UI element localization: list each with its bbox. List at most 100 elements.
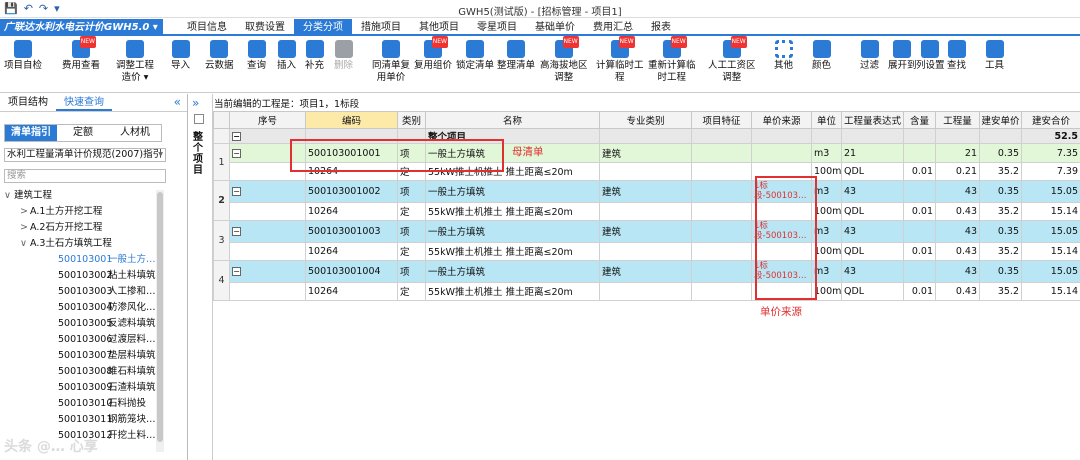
quota-feature[interactable]	[691, 201, 752, 222]
column-header[interactable]: 建安合价	[1021, 111, 1080, 129]
tab-1[interactable]: 取费设置	[236, 19, 294, 36]
bill-expr[interactable]: 43	[841, 260, 904, 283]
bill-feature[interactable]	[691, 180, 752, 203]
column-header[interactable]: 项目特征	[691, 111, 752, 129]
tree-node[interactable]: 500103003人工掺和…	[0, 284, 160, 300]
column-header[interactable]: 编码	[305, 111, 398, 129]
bill-total[interactable]: 15.05	[1021, 220, 1080, 243]
bill-row[interactable]: 2−500103001002 项一般土方填筑 建筑 1标 段-500103… m3 43 43…	[213, 180, 1080, 222]
ribbon-button-17[interactable]: 其他	[774, 40, 793, 72]
quota-type[interactable]: 定	[397, 201, 426, 222]
quota-total[interactable]: 7.39	[1021, 161, 1080, 182]
left-tab-0[interactable]: 项目结构	[0, 94, 56, 111]
ribbon-button-1[interactable]: 费用查看	[62, 36, 100, 72]
column-header[interactable]: 单价来源	[751, 111, 812, 129]
row-header[interactable]: 3	[213, 220, 230, 262]
quota-expr[interactable]: QDL	[841, 201, 904, 222]
ribbon-button-12[interactable]: 整理清单	[497, 40, 535, 72]
ribbon-button-16[interactable]: 人工工资区调整	[708, 36, 756, 84]
quota-code[interactable]: 10264	[305, 241, 398, 262]
ribbon-button-13[interactable]: 高海拔地区调整	[540, 36, 588, 84]
ribbon-button-14[interactable]: 计算临时工程	[596, 36, 644, 84]
bill-qty[interactable]: 43	[935, 260, 980, 283]
quota-qty[interactable]: 0.43	[935, 281, 980, 302]
bill-feature[interactable]	[691, 260, 752, 283]
ribbon-button-3[interactable]: 导入	[171, 40, 190, 72]
ribbon-button-15[interactable]: 重新计算临时工程	[648, 36, 696, 84]
tree-node[interactable]: ∨ 建筑工程	[0, 188, 160, 204]
column-header[interactable]: 工程量	[935, 111, 980, 129]
quota-content[interactable]: 0.01	[903, 201, 936, 222]
quota-total[interactable]: 15.14	[1021, 201, 1080, 222]
column-header[interactable]: 专业类别	[599, 111, 692, 129]
bill-qty[interactable]: 43	[935, 180, 980, 203]
tree-node[interactable]: ∨ A.3土石方填筑工程	[0, 236, 160, 252]
quota-total[interactable]: 15.14	[1021, 281, 1080, 302]
bill-expr[interactable]: 43	[841, 180, 904, 203]
quota-feature[interactable]	[691, 161, 752, 182]
tab-6[interactable]: 基础单价	[526, 19, 584, 36]
left-subtab-2[interactable]: 人材机	[109, 125, 161, 141]
tree-node[interactable]: 500103009石渣料填筑	[0, 380, 160, 396]
whole-project-label[interactable]: 整个项目	[193, 132, 205, 176]
row-header[interactable]: 2	[213, 180, 230, 222]
bill-major[interactable]: 建筑	[599, 180, 692, 203]
bill-price[interactable]: 0.35	[979, 220, 1022, 243]
ribbon-button-23[interactable]: 工具	[985, 40, 1004, 72]
bill-row[interactable]: 4−500103001004 项一般土方填筑 建筑 1标 段-500103… m3 43 43…	[213, 260, 1080, 301]
quota-row[interactable]: 10264定55kW推土机推土 推土距离≤20m100m3QDL0.010.43…	[214, 241, 1080, 262]
quota-major[interactable]	[599, 161, 692, 182]
quota-qty[interactable]: 0.43	[935, 241, 980, 262]
bill-price[interactable]: 0.35	[979, 143, 1022, 163]
tree-node[interactable]: 500103002粘土料填筑	[0, 268, 160, 284]
column-header[interactable]: 建安单价	[979, 111, 1022, 129]
quota-price[interactable]: 35.2	[979, 201, 1022, 222]
collapse-icon[interactable]: −	[232, 266, 241, 276]
quota-content[interactable]: 0.01	[903, 241, 936, 262]
ribbon-button-4[interactable]: 云数据	[205, 40, 234, 72]
collapse-panel-icon[interactable]: «	[174, 95, 181, 109]
ribbon-button-22[interactable]: 查找	[947, 40, 966, 72]
quota-price[interactable]: 35.2	[979, 241, 1022, 262]
tree-node[interactable]: 500103004防渗风化…	[0, 300, 160, 316]
bill-code[interactable]: 500103001002	[305, 180, 398, 203]
quota-major[interactable]	[599, 241, 692, 262]
tab-7[interactable]: 费用汇总	[584, 19, 642, 36]
bill-content[interactable]	[903, 260, 936, 283]
quota-expr[interactable]: QDL	[841, 241, 904, 262]
bill-total[interactable]: 15.05	[1021, 180, 1080, 203]
scrollbar-thumb[interactable]	[157, 192, 163, 442]
tree-node[interactable]: 500103011钢筋笼块…	[0, 412, 160, 428]
collapse-icon[interactable]: −	[232, 226, 241, 236]
bill-content[interactable]	[903, 180, 936, 203]
quota-major[interactable]	[599, 281, 692, 302]
bill-type[interactable]: 项	[397, 180, 426, 203]
quota-content[interactable]: 0.01	[903, 281, 936, 302]
collapse-icon[interactable]: −	[232, 131, 241, 141]
bill-expr[interactable]: 21	[841, 143, 904, 163]
bill-expr[interactable]: 43	[841, 220, 904, 243]
column-header[interactable]: 序号	[229, 111, 306, 129]
quota-total[interactable]: 15.14	[1021, 241, 1080, 262]
tab-3[interactable]: 措施项目	[352, 19, 410, 36]
bill-feature[interactable]	[691, 220, 752, 243]
spec-select[interactable]: 水利工程量清单计价规范(2007)指引 ▾	[4, 148, 166, 162]
ribbon-button-10[interactable]: 复用组价	[414, 36, 452, 72]
quota-code[interactable]: 10264	[305, 281, 398, 302]
ribbon-button-11[interactable]: 锁定清单	[456, 40, 494, 72]
bill-name[interactable]: 一般土方填筑	[425, 180, 600, 203]
column-header[interactable]: 工程量表达式	[841, 111, 904, 129]
column-header[interactable]: 单位	[811, 111, 842, 129]
quota-expr[interactable]: QDL	[841, 161, 904, 182]
expand-panel-icon[interactable]: »	[192, 96, 199, 110]
tab-2[interactable]: 分类分项	[294, 19, 352, 36]
quota-type[interactable]: 定	[397, 281, 426, 302]
tree-node[interactable]: > A.1土方开挖工程	[0, 204, 160, 220]
bill-content[interactable]	[903, 220, 936, 243]
bill-unit[interactable]: m3	[811, 143, 842, 163]
tree-node[interactable]: 500103001一般土方…	[0, 252, 160, 268]
quota-price[interactable]: 35.2	[979, 161, 1022, 182]
tree-node[interactable]: 500103006过渡层料…	[0, 332, 160, 348]
column-header[interactable]: 名称	[425, 111, 600, 129]
bill-qty[interactable]: 43	[935, 220, 980, 243]
